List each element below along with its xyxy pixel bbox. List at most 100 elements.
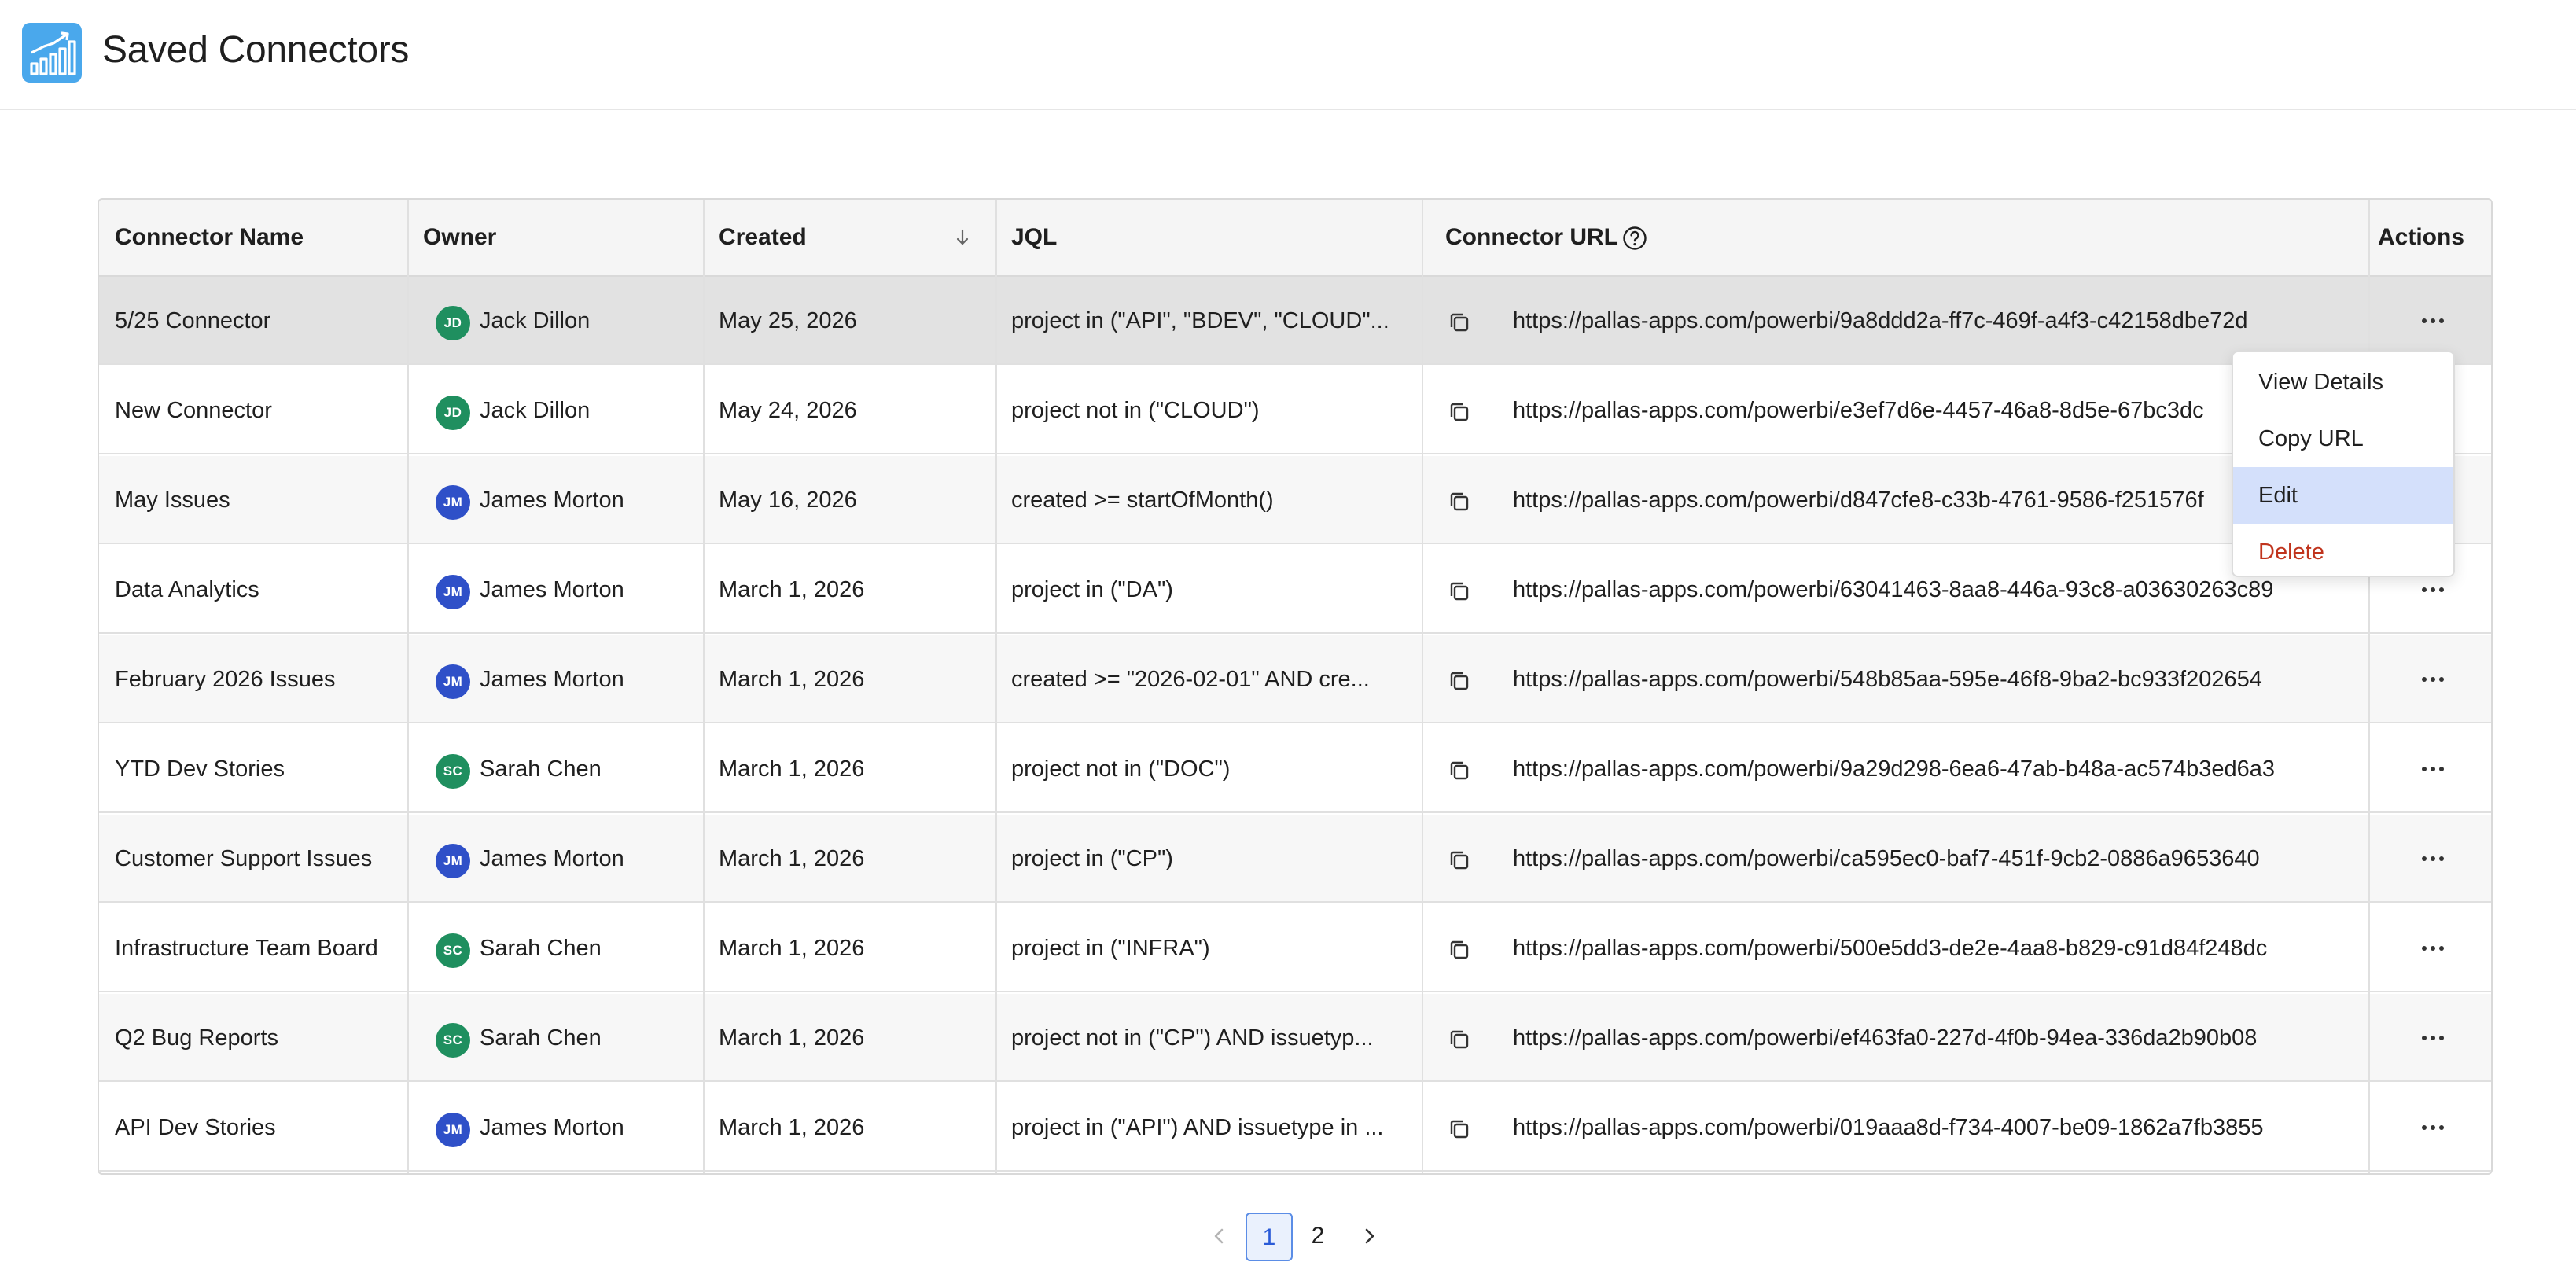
more-actions-icon[interactable]	[2409, 308, 2456, 333]
more-actions-icon[interactable]	[2409, 1115, 2456, 1140]
more-actions-icon[interactable]	[2409, 846, 2456, 871]
table-row[interactable]: Customer Support Issues JM James Morton Mar…	[99, 815, 2491, 903]
column-header-created-label: Created	[719, 224, 807, 250]
avatar: JD	[436, 306, 470, 340]
menu-item-copy-url[interactable]: Copy URL	[2233, 410, 2453, 467]
connector-name: API Dev Stories	[115, 1115, 276, 1140]
app-header: Saved Connectors	[0, 0, 2576, 110]
avatar: SC	[436, 933, 470, 968]
copy-icon[interactable]	[1445, 756, 1474, 785]
more-actions-icon[interactable]	[2409, 756, 2456, 782]
menu-item-edit[interactable]: Edit	[2233, 467, 2453, 524]
created-date: March 1, 2026	[719, 756, 865, 782]
table-row[interactable]: API Dev Stories JM James Morton March 1, 20…	[99, 1084, 2491, 1172]
avatar: JD	[436, 396, 470, 430]
copy-icon[interactable]	[1445, 936, 1474, 964]
owner-name: Jack Dillon	[480, 308, 591, 333]
copy-icon[interactable]	[1445, 846, 1474, 874]
jql-query: created >= "2026-02-01" AND cre...	[1011, 667, 1370, 692]
table-row[interactable]: Infrastructure Team Board SC Sarah Chen Mar…	[99, 904, 2491, 992]
column-header-jql[interactable]: JQL	[995, 200, 1057, 275]
previous-page-icon[interactable]	[1203, 1220, 1235, 1252]
copy-icon[interactable]	[1445, 488, 1474, 516]
owner-name: James Morton	[480, 577, 624, 602]
avatar: JM	[436, 844, 470, 878]
table-row[interactable]: Data Analytics JM James Morton March 1, 202…	[99, 546, 2491, 634]
owner-name: Sarah Chen	[480, 756, 602, 782]
owner-name: James Morton	[480, 846, 624, 871]
connector-url[interactable]: https://pallas-apps.com/powerbi/ef463fa0…	[1513, 994, 2364, 1082]
avatar: JM	[436, 485, 470, 520]
more-actions-icon[interactable]	[2409, 936, 2456, 961]
avatar: SC	[436, 754, 470, 789]
column-divider	[703, 200, 705, 1173]
created-date: May 25, 2026	[719, 308, 857, 333]
copy-icon[interactable]	[1445, 577, 1474, 605]
connector-name: New Connector	[115, 398, 272, 423]
owner-name: James Morton	[480, 1115, 624, 1140]
avatar: JM	[436, 664, 470, 699]
jql-query: project in ("DA")	[1011, 577, 1173, 602]
jql-query: project in ("API") AND issuetype in ...	[1011, 1115, 1384, 1140]
column-divider	[407, 200, 409, 1173]
created-date: March 1, 2026	[719, 1025, 865, 1051]
owner-name: Sarah Chen	[480, 1025, 602, 1051]
page-button-1[interactable]: 1	[1246, 1213, 1293, 1261]
jql-query: created >= startOfMonth()	[1011, 488, 1274, 513]
page-button-2[interactable]: 2	[1294, 1213, 1341, 1261]
help-icon[interactable]	[1621, 225, 1648, 252]
created-date: March 1, 2026	[719, 936, 865, 961]
created-date: May 24, 2026	[719, 398, 857, 423]
column-header-actions: Actions	[2378, 224, 2465, 250]
created-date: March 1, 2026	[719, 577, 865, 602]
connector-url[interactable]: https://pallas-apps.com/powerbi/500e5dd3…	[1513, 904, 2364, 992]
created-date: May 16, 2026	[719, 488, 857, 513]
connectors-table: Connector Name Owner Created JQL Connect…	[98, 198, 2493, 1175]
connector-name: Customer Support Issues	[115, 846, 373, 871]
table-row[interactable]: February 2026 Issues JM James Morton March …	[99, 635, 2491, 723]
owner-name: Jack Dillon	[480, 398, 591, 423]
jql-query: project in ("API", "BDEV", "CLOUD"...	[1011, 308, 1389, 333]
column-divider	[995, 200, 997, 1173]
created-date: March 1, 2026	[719, 667, 865, 692]
table-row[interactable]: New Connector JD Jack Dillon May 24, 2026 pr…	[99, 366, 2491, 454]
connector-name: Q2 Bug Reports	[115, 1025, 278, 1051]
created-date: March 1, 2026	[719, 1115, 865, 1140]
owner-name: James Morton	[480, 667, 624, 692]
chart-growth-icon	[22, 23, 82, 83]
table-row[interactable]: YTD Dev Stories SC Sarah Chen March 1, 2026…	[99, 725, 2491, 813]
connector-url[interactable]: https://pallas-apps.com/powerbi/548b85aa…	[1513, 635, 2364, 723]
table-row[interactable]: Q2 Bug Reports SC Sarah Chen March 1, 2026 p…	[99, 994, 2491, 1082]
avatar: SC	[436, 1023, 470, 1058]
connector-url[interactable]: https://pallas-apps.com/powerbi/ca595ec0…	[1513, 815, 2364, 903]
connector-name: Infrastructure Team Board	[115, 936, 378, 961]
copy-icon[interactable]	[1445, 667, 1474, 695]
connector-url[interactable]: https://pallas-apps.com/powerbi/019aaa8d…	[1513, 1084, 2364, 1172]
menu-item-view-details[interactable]: View Details	[2233, 354, 2453, 410]
connector-name: 5/25 Connector	[115, 308, 271, 333]
copy-icon[interactable]	[1445, 398, 1474, 426]
next-page-icon[interactable]	[1354, 1220, 1386, 1252]
connector-name: Data Analytics	[115, 577, 259, 602]
row-actions-menu: View Details Copy URL Edit Delete	[2232, 351, 2455, 577]
more-actions-icon[interactable]	[2409, 667, 2456, 692]
table-row[interactable]: 5/25 Connector JD Jack Dillon May 25, 2026 p…	[99, 277, 2491, 365]
connector-url[interactable]: https://pallas-apps.com/powerbi/9a29d298…	[1513, 725, 2364, 813]
column-header-connector-name[interactable]: Connector Name	[99, 200, 304, 275]
column-header-created[interactable]: Created	[703, 200, 807, 275]
owner-name: James Morton	[480, 488, 624, 513]
copy-icon[interactable]	[1445, 308, 1474, 337]
jql-query: project not in ("CP") AND issuetyp...	[1011, 1025, 1374, 1051]
copy-icon[interactable]	[1445, 1115, 1474, 1143]
table-row[interactable]: May Issues JM James Morton May 16, 2026 crea…	[99, 456, 2491, 544]
column-divider	[2368, 200, 2370, 1173]
column-header-connector-url[interactable]: Connector URL	[1422, 200, 1618, 275]
copy-icon[interactable]	[1445, 1025, 1474, 1054]
more-actions-icon[interactable]	[2409, 1025, 2456, 1051]
menu-item-delete[interactable]: Delete	[2233, 524, 2453, 576]
connector-name: YTD Dev Stories	[115, 756, 285, 782]
column-header-owner[interactable]: Owner	[407, 200, 496, 275]
connector-name: February 2026 Issues	[115, 667, 336, 692]
sort-descending-icon[interactable]	[950, 225, 975, 250]
more-actions-icon[interactable]	[2409, 577, 2456, 602]
